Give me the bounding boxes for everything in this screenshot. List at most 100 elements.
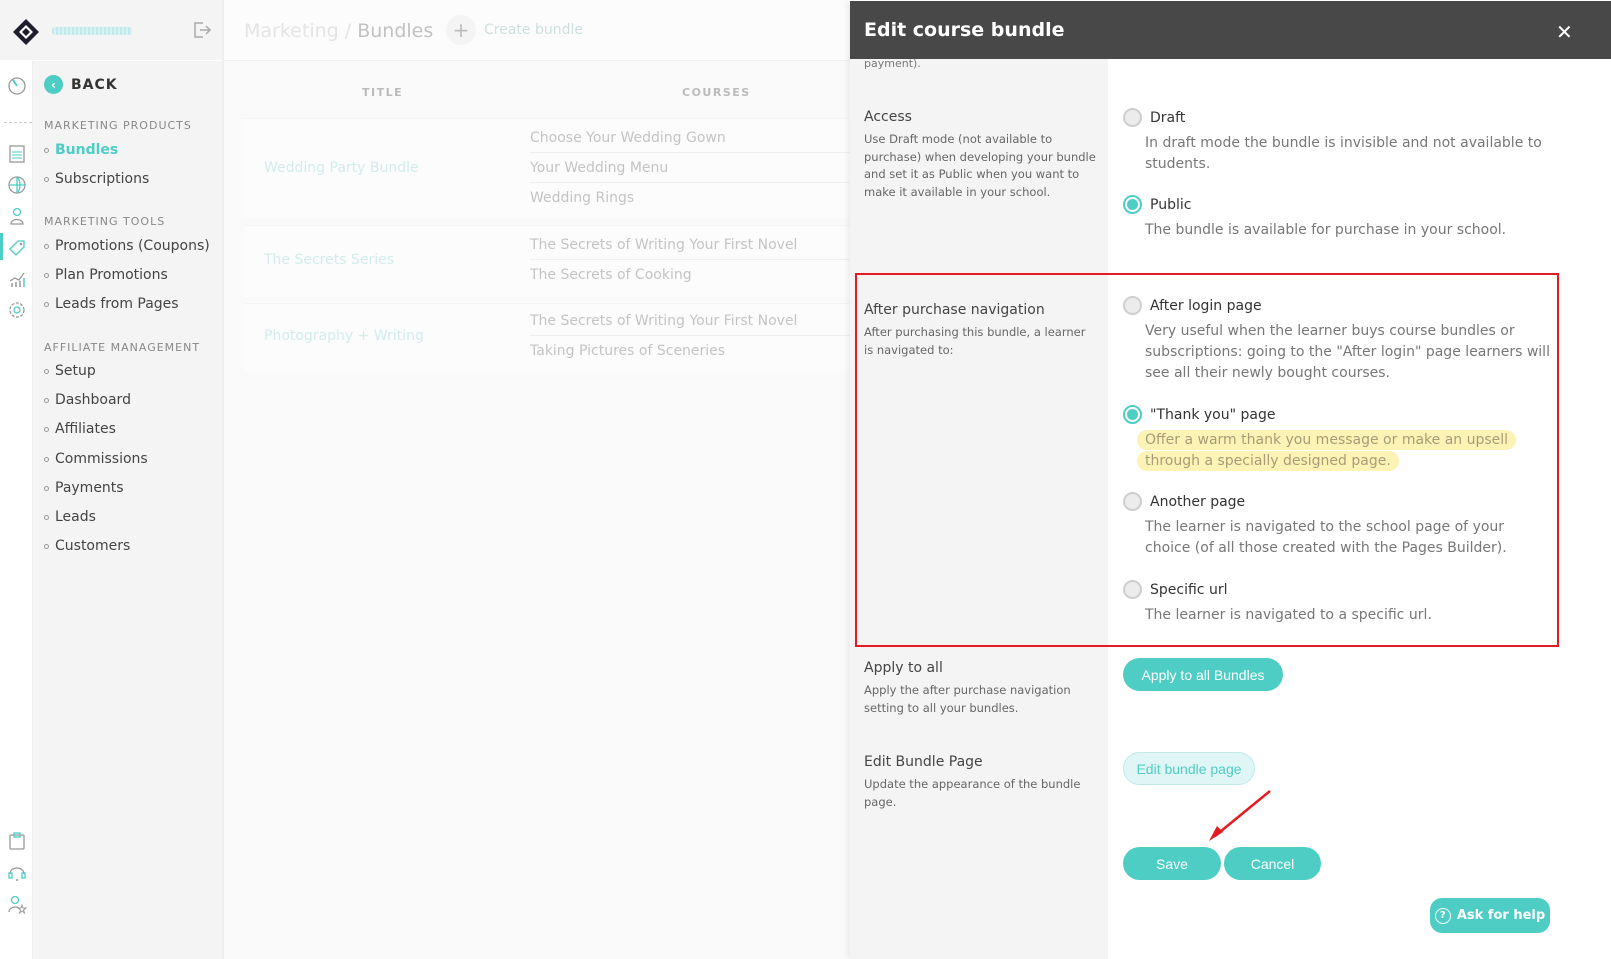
close-icon[interactable]: ✕ (1556, 20, 1573, 44)
apply-all-description: Apply the after purchase navigation sett… (864, 683, 1071, 715)
sidebar-item-affiliates[interactable]: Affiliates (44, 421, 116, 437)
sidebar-item-subscriptions[interactable]: Subscriptions (44, 171, 149, 187)
tag-icon[interactable] (6, 236, 28, 258)
users-icon[interactable] (6, 205, 28, 227)
navigation-label: After purchase navigation After purchasi… (864, 302, 1096, 359)
access-label: Access Use Draft mode (not available to … (864, 109, 1096, 201)
create-bundle-button[interactable]: + Create bundle (446, 15, 583, 45)
sidebar-item-label: Leads from Pages (55, 296, 179, 312)
radio-specific-url[interactable] (1123, 580, 1142, 599)
ask-for-help-button[interactable]: ? Ask for help (1430, 898, 1550, 933)
option-description: Very useful when the learner buys course… (1145, 323, 1550, 381)
radio-another-page[interactable] (1123, 492, 1142, 511)
radio-thank-you[interactable] (1123, 405, 1142, 424)
back-button[interactable]: ‹ BACK (44, 75, 118, 94)
annotation-arrow (1209, 790, 1271, 841)
breadcrumb-current: Bundles (357, 20, 434, 42)
bundle-title[interactable]: Wedding Party Bundle (264, 160, 419, 176)
bullet-icon (44, 147, 49, 153)
school-name-redacted (52, 27, 132, 35)
rail-active-indicator (0, 233, 3, 260)
radio-draft[interactable] (1123, 108, 1142, 127)
radio-public[interactable] (1123, 195, 1142, 214)
bullet-icon (44, 543, 49, 549)
edit-page-description: Update the appearance of the bundle page… (864, 777, 1081, 809)
course-item: Your Wedding Menu (530, 153, 852, 183)
apply-all-label: Apply to all Apply the after purchase na… (864, 660, 1096, 717)
sidebar-item-bundles[interactable]: Bundles (44, 142, 118, 158)
bullet-icon (44, 176, 49, 182)
apply-to-all-bundles-button[interactable]: Apply to all Bundles (1123, 658, 1283, 691)
settings-icon[interactable] (6, 299, 28, 321)
option-label: Draft (1150, 109, 1186, 126)
sidebar-item-label: Dashboard (55, 392, 131, 408)
chevron-left-icon: ‹ (44, 75, 63, 94)
table-row[interactable]: Photography + Writing The Secrets of Wri… (244, 303, 852, 371)
option-label: Another page (1150, 493, 1246, 510)
edit-bundle-page-button[interactable]: Edit bundle page (1123, 752, 1255, 785)
access-option-public[interactable]: Public The bundle is available for purch… (1123, 195, 1553, 241)
navigation-option-specific-url[interactable]: Specific url The learner is navigated to… (1123, 580, 1553, 626)
bundles-page: Marketing / Bundles + Create bundle TITL… (222, 0, 852, 959)
sidebar-item-payments[interactable]: Payments (44, 480, 124, 496)
sidebar-item-label: Plan Promotions (55, 267, 168, 283)
sidebar-item-customers[interactable]: Customers (44, 538, 130, 554)
sidebar-item-label: Bundles (55, 142, 119, 158)
apply-all-heading: Apply to all (864, 660, 943, 676)
table-row[interactable]: Wedding Party Bundle Choose Your Wedding… (244, 118, 852, 218)
sidebar-item-commissions[interactable]: Commissions (44, 451, 148, 467)
bundle-title[interactable]: Photography + Writing (264, 328, 424, 344)
sidebar-item-label: Promotions (Coupons) (55, 238, 210, 254)
drawer-header: Edit course bundle ✕ (850, 1, 1611, 59)
drawer-title: Edit course bundle (864, 19, 1065, 41)
sidebar: ‹ BACK MARKETING PRODUCTS Bundles Subscr… (33, 61, 222, 959)
navigation-option-thank-you[interactable]: "Thank you" page Offer a warm thank you … (1123, 405, 1553, 472)
sidebar-item-plan-promotions[interactable]: Plan Promotions (44, 267, 168, 283)
globe-icon[interactable] (6, 174, 28, 196)
option-description: In draft mode the bundle is invisible an… (1145, 135, 1542, 172)
section-title-marketing-tools: MARKETING TOOLS (44, 215, 166, 228)
radio-after-login[interactable] (1123, 296, 1142, 315)
page-header: Marketing / Bundles + Create bundle (224, 0, 850, 61)
column-header-title: TITLE (362, 86, 404, 99)
breadcrumb-parent[interactable]: Marketing (244, 20, 339, 42)
table-row[interactable]: The Secrets Series The Secrets of Writin… (244, 225, 852, 297)
sidebar-item-setup[interactable]: Setup (44, 363, 96, 379)
logo-icon[interactable] (11, 17, 41, 47)
option-description: The learner is navigated to the school p… (1145, 519, 1507, 556)
create-bundle-label: Create bundle (484, 22, 583, 38)
courses-list-icon[interactable] (6, 143, 28, 165)
speedometer-icon[interactable] (6, 74, 28, 96)
sidebar-item-promotions[interactable]: Promotions (Coupons) (44, 238, 210, 254)
navigation-option-after-login[interactable]: After login page Very useful when the le… (1123, 296, 1553, 384)
breadcrumb: Marketing / Bundles (244, 20, 433, 42)
cancel-button[interactable]: Cancel (1224, 847, 1321, 880)
sidebar-item-leads-from-pages[interactable]: Leads from Pages (44, 296, 179, 312)
plus-icon: + (446, 15, 476, 45)
access-option-draft[interactable]: Draft In draft mode the bundle is invisi… (1123, 108, 1553, 175)
clipboard-icon[interactable] (6, 830, 28, 852)
course-item: The Secrets of Writing Your First Novel (530, 230, 852, 260)
navigation-option-another-page[interactable]: Another page The learner is navigated to… (1123, 492, 1553, 559)
sidebar-item-dashboard[interactable]: Dashboard (44, 392, 131, 408)
bullet-icon (44, 243, 49, 249)
edit-bundle-drawer: Edit course bundle ✕ payment). Access Us… (850, 0, 1611, 959)
sidebar-item-leads[interactable]: Leads (44, 509, 96, 525)
bundle-title[interactable]: The Secrets Series (264, 252, 394, 268)
analytics-icon[interactable] (6, 268, 28, 290)
truncated-description: payment). (864, 57, 921, 70)
bullet-icon (44, 485, 49, 491)
edit-page-label: Edit Bundle Page Update the appearance o… (864, 754, 1096, 811)
headset-icon[interactable] (6, 862, 28, 884)
user-star-icon[interactable] (6, 893, 28, 915)
option-label: Public (1150, 196, 1192, 213)
option-label: "Thank you" page (1150, 406, 1276, 423)
course-item: Choose Your Wedding Gown (530, 123, 852, 153)
sidebar-item-label: Affiliates (55, 421, 116, 437)
logout-icon[interactable] (192, 20, 212, 40)
bullet-icon (44, 272, 49, 278)
navigation-description: After purchasing this bundle, a learner … (864, 325, 1086, 357)
bullet-icon (44, 514, 49, 520)
save-button[interactable]: Save (1123, 847, 1221, 880)
navigation-heading: After purchase navigation (864, 302, 1045, 318)
